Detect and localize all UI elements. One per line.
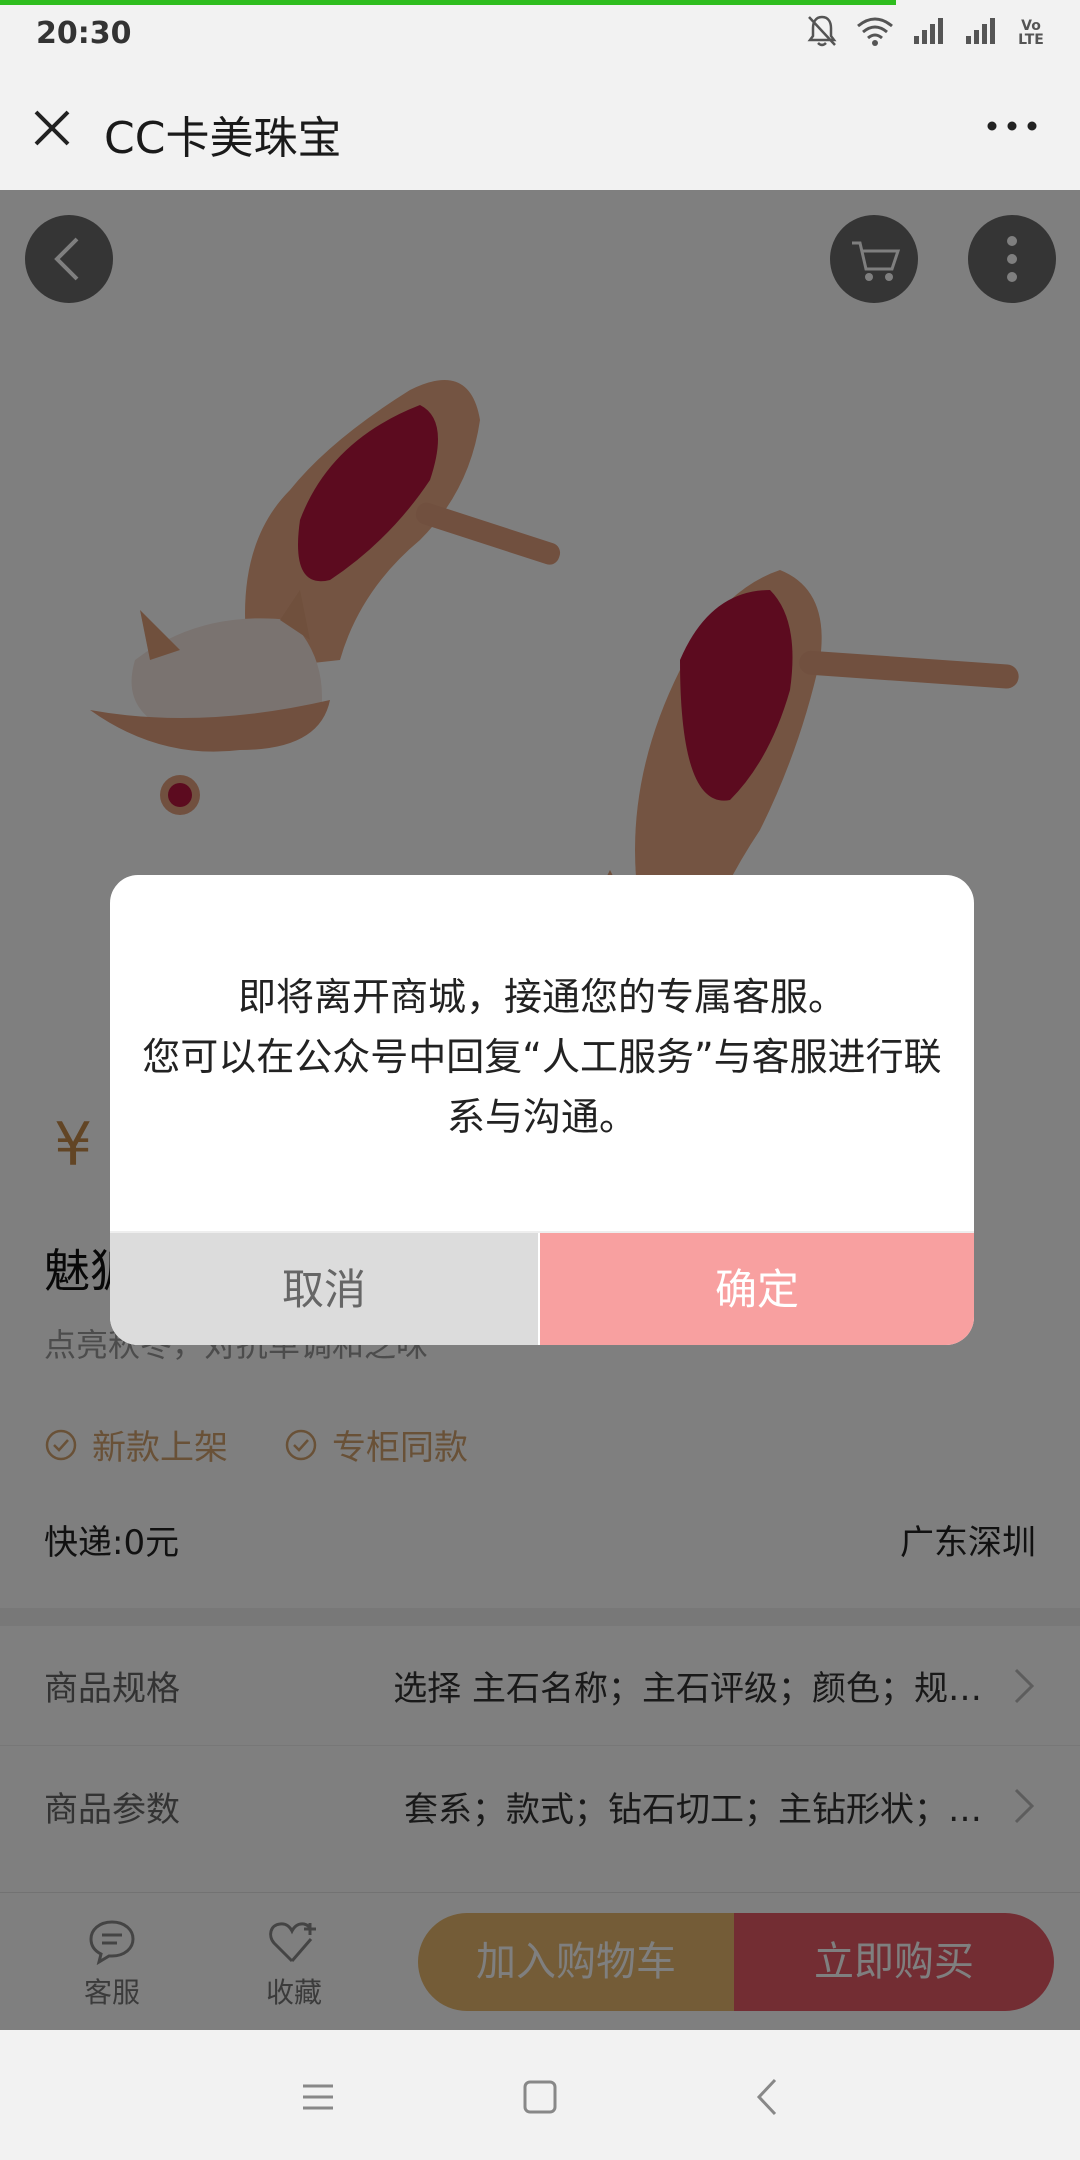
status-bar: 20:30 Vo LTE — [0, 0, 1080, 66]
system-nav-bar — [0, 2030, 1080, 2160]
cancel-button[interactable]: 取消 — [110, 1233, 540, 1345]
wifi-icon — [856, 16, 894, 50]
dialog-buttons: 取消 确定 — [110, 1231, 974, 1345]
menu-icon[interactable] — [293, 2072, 343, 2122]
leave-store-dialog: 即将离开商城，接通您的专属客服。 您可以在公众号中回复“人工服务”与客服进行联系… — [110, 875, 974, 1345]
mute-bell-icon — [806, 14, 838, 52]
confirm-button[interactable]: 确定 — [540, 1233, 974, 1345]
page-title: CC卡美珠宝 — [104, 113, 342, 164]
webview-header: CC卡美珠宝 — [0, 66, 1080, 190]
home-icon[interactable] — [515, 2072, 565, 2122]
status-icons: Vo LTE — [806, 14, 1046, 52]
close-icon[interactable] — [28, 104, 76, 152]
back-icon[interactable] — [743, 2072, 793, 2122]
volte-icon: Vo LTE — [1018, 18, 1044, 48]
dialog-line-1: 即将离开商城，接通您的专属客服。 — [237, 975, 846, 1019]
dialog-message: 即将离开商城，接通您的专属客服。 您可以在公众号中回复“人工服务”与客服进行联系… — [134, 967, 950, 1147]
dialog-line-2: 您可以在公众号中回复“人工服务”与客服进行联系与沟通。 — [142, 1035, 942, 1139]
status-time: 20:30 — [36, 16, 132, 51]
more-dots-icon[interactable] — [984, 116, 1040, 136]
signal-icon — [964, 16, 998, 50]
page-load-progress — [0, 0, 897, 5]
signal-icon — [912, 16, 946, 50]
